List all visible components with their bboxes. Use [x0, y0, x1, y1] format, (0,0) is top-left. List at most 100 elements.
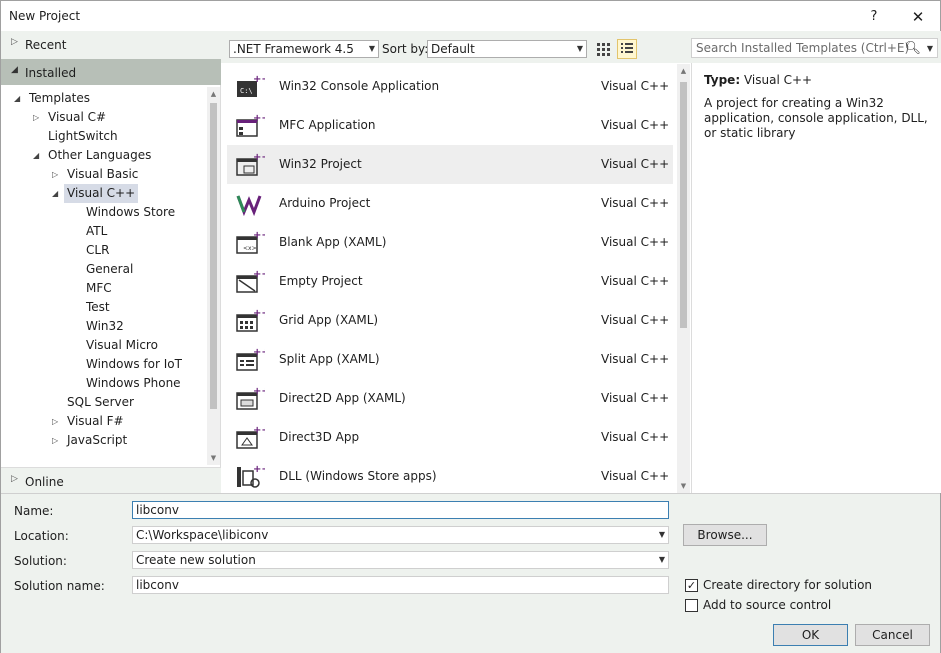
sort-dropdown[interactable]: Default ▼: [427, 40, 587, 58]
solution-name-label: Solution name:: [14, 579, 105, 593]
small-icons-view-button[interactable]: [593, 39, 613, 59]
tree-item[interactable]: ▷ Visual Basic: [1, 165, 207, 184]
template-language: Visual C++: [601, 235, 670, 249]
project-settings-form: Name: libconv Location: C:\Workspace\lib…: [1, 493, 940, 653]
expand-arrow-icon[interactable]: ▷: [33, 108, 39, 127]
tree-item[interactable]: Windows for IoT: [1, 355, 207, 374]
template-language: Visual C++: [601, 313, 670, 327]
expand-arrow-icon[interactable]: ▷: [52, 165, 58, 184]
chevron-down-icon[interactable]: ▼: [927, 40, 933, 58]
template-language: Visual C++: [601, 118, 670, 132]
chevron-down-icon[interactable]: ▼: [659, 527, 665, 543]
chevron-down-icon: ▼: [658, 555, 665, 564]
tree-item[interactable]: ◢ Other Languages: [1, 146, 207, 165]
scroll-up-icon[interactable]: ▲: [207, 87, 220, 101]
template-list-scrollbar[interactable]: ▲ ▼: [677, 64, 690, 493]
search-templates-input[interactable]: Search Installed Templates (Ctrl+E) 🔍︎ ▼: [691, 38, 938, 58]
collapse-arrow-icon[interactable]: ◢: [14, 89, 20, 108]
tree-item-label: Visual F#: [67, 414, 124, 428]
template-row[interactable]: ++ MFC Application Visual C++: [227, 106, 673, 145]
template-details-pane: Type: Visual C++ A project for creating …: [692, 63, 941, 493]
tree-item-label: LightSwitch: [48, 129, 118, 143]
template-row[interactable]: ++ Direct3D App Visual C++: [227, 418, 673, 457]
tree-item[interactable]: MFC: [1, 279, 207, 298]
expand-arrow-icon[interactable]: ▷: [52, 431, 58, 450]
scroll-down-icon[interactable]: ▼: [677, 479, 690, 493]
online-section[interactable]: ▷ Online: [1, 467, 221, 493]
framework-dropdown[interactable]: .NET Framework 4.5 ▼: [229, 40, 379, 58]
ok-button[interactable]: OK: [773, 624, 848, 646]
help-button[interactable]: ?: [859, 6, 889, 28]
project-name-input[interactable]: libconv: [132, 501, 669, 519]
chevron-down-icon: ▼: [576, 44, 583, 53]
tree-item[interactable]: ▷ Visual F#: [1, 412, 207, 431]
svg-text:C:\: C:\: [240, 87, 253, 95]
scroll-down-icon[interactable]: ▼: [207, 451, 220, 465]
win32-project-icon: ++: [235, 151, 270, 177]
tree-item[interactable]: ATL: [1, 222, 207, 241]
installed-section[interactable]: ◢ Installed: [1, 59, 221, 85]
source-control-checkbox[interactable]: [685, 599, 698, 612]
tree-item[interactable]: Visual Micro: [1, 336, 207, 355]
svg-text:++: ++: [253, 113, 265, 124]
scroll-up-icon[interactable]: ▲: [677, 64, 690, 78]
collapse-arrow-icon[interactable]: ◢: [33, 146, 39, 165]
mfc-app-icon: ++: [235, 112, 270, 138]
template-row[interactable]: ++ DLL (Windows Store apps) Visual C++: [227, 457, 673, 493]
checkmark-icon: ✓: [686, 579, 697, 592]
type-label: Type:: [704, 73, 741, 87]
tree-scrollbar[interactable]: ▲ ▼: [207, 87, 220, 465]
type-value: Visual C++: [743, 73, 813, 87]
cancel-button[interactable]: Cancel: [855, 624, 930, 646]
template-toolbar: .NET Framework 4.5 ▼ Sort by: Default ▼: [221, 31, 941, 63]
tree-item[interactable]: CLR: [1, 241, 207, 260]
solution-value: Create new solution: [136, 553, 256, 567]
template-language: Visual C++: [601, 274, 670, 288]
template-language: Visual C++: [601, 196, 670, 210]
template-row[interactable]: ++ Empty Project Visual C++: [227, 262, 673, 301]
tree-item[interactable]: Win32: [1, 317, 207, 336]
close-button[interactable]: ✕: [903, 6, 933, 28]
svg-text:++: ++: [253, 230, 265, 241]
tree-item[interactable]: ▷ JavaScript: [1, 431, 207, 450]
location-input[interactable]: C:\Workspace\libiconv ▼: [132, 526, 669, 544]
solution-dropdown[interactable]: Create new solution ▼: [132, 551, 669, 569]
expand-arrow-icon[interactable]: ▷: [52, 412, 58, 431]
template-row[interactable]: ++ Direct2D App (XAML) Visual C++: [227, 379, 673, 418]
chevron-down-icon: ▼: [368, 44, 375, 53]
template-row[interactable]: Arduino Project Visual C++: [227, 184, 673, 223]
create-directory-label: Create directory for solution: [703, 578, 873, 592]
collapse-arrow-icon[interactable]: ◢: [52, 184, 58, 203]
tree-item[interactable]: ◢ Templates: [1, 89, 207, 108]
solution-name-value: libconv: [136, 578, 179, 592]
sort-by-label: Sort by:: [382, 42, 429, 56]
tree-item[interactable]: General: [1, 260, 207, 279]
template-row[interactable]: ++ Grid App (XAML) Visual C++: [227, 301, 673, 340]
installed-label: Installed: [25, 66, 77, 80]
template-row[interactable]: C:\++ Win32 Console Application Visual C++: [227, 67, 673, 106]
template-row[interactable]: <x> ++ Blank App (XAML) Visual C++: [227, 223, 673, 262]
tree-item[interactable]: LightSwitch: [1, 127, 207, 146]
tree-item-label: General: [86, 262, 134, 276]
project-name-value: libconv: [136, 503, 179, 517]
split-app-icon: ++: [235, 346, 270, 372]
template-list: C:\++Win32 Console ApplicationVisual C++…: [227, 64, 691, 493]
list-view-button[interactable]: [617, 39, 637, 59]
tree-item[interactable]: Test: [1, 298, 207, 317]
tree-scroll-thumb[interactable]: [210, 103, 217, 409]
tree-item[interactable]: ▷ Visual C#: [1, 108, 207, 127]
tree-item-label: Windows Phone: [86, 376, 181, 390]
template-row[interactable]: ++ Split App (XAML) Visual C++: [227, 340, 673, 379]
direct3d-app-icon: ++: [235, 424, 270, 450]
recent-section[interactable]: ▷ Recent: [1, 31, 221, 59]
tree-item[interactable]: Windows Phone: [1, 374, 207, 393]
search-icon[interactable]: 🔍︎: [904, 40, 921, 58]
template-row[interactable]: ++ Win32 Project Visual C++: [227, 145, 673, 184]
solution-name-input[interactable]: libconv: [132, 576, 669, 594]
template-scroll-thumb[interactable]: [680, 82, 687, 328]
tree-item[interactable]: Windows Store: [1, 203, 207, 222]
tree-item[interactable]: SQL Server: [1, 393, 207, 412]
tree-item[interactable]: ◢ Visual C++: [1, 184, 207, 203]
create-directory-checkbox[interactable]: ✓: [685, 579, 698, 592]
browse-button[interactable]: Browse...: [683, 524, 767, 546]
